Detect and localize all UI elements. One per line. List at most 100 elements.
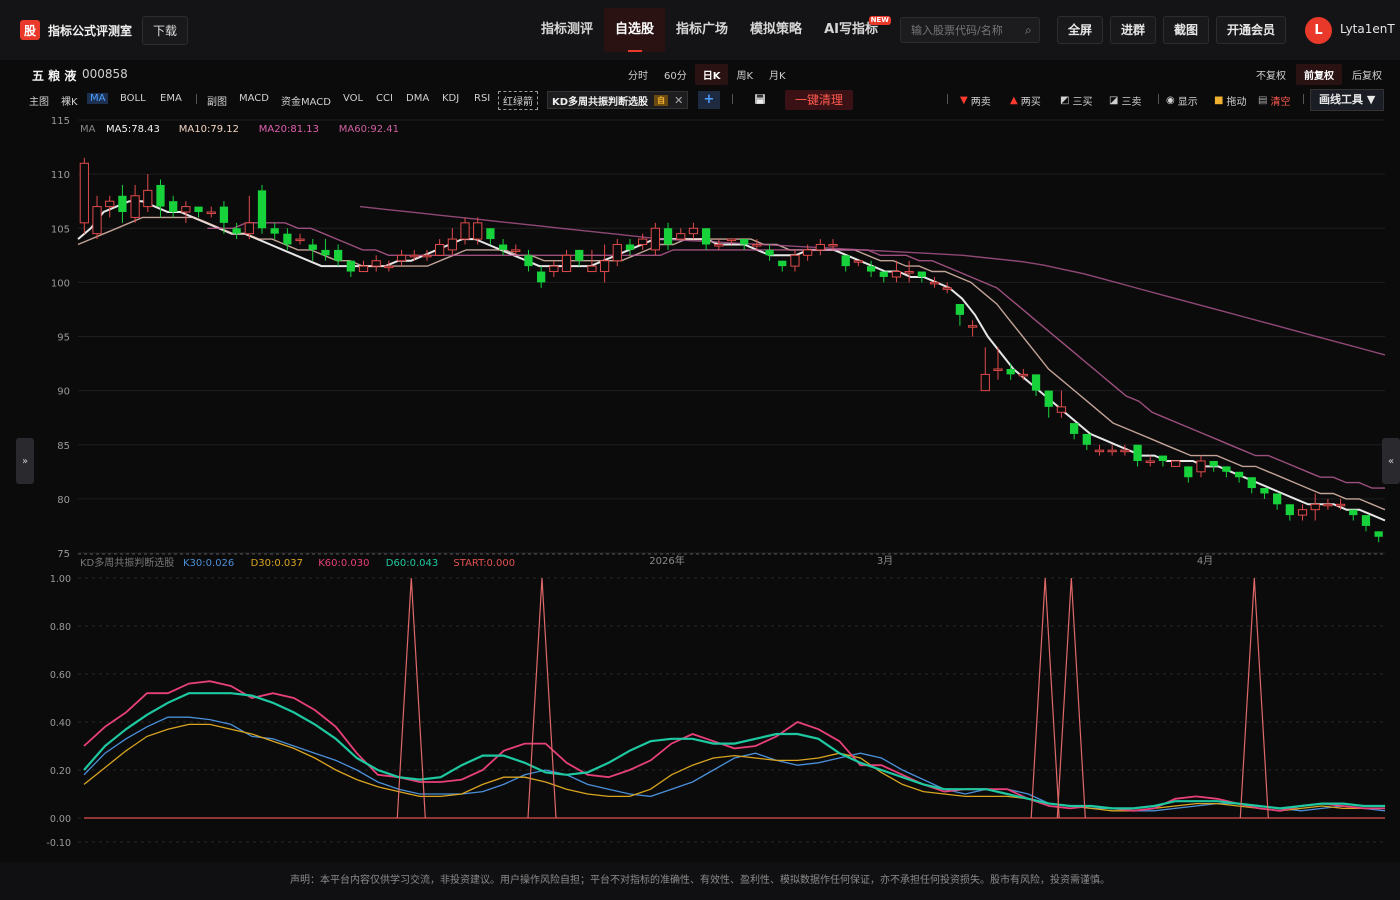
candle-body xyxy=(904,271,914,274)
price-tick-label: 115 xyxy=(51,116,70,127)
candle xyxy=(79,157,89,234)
candle-body xyxy=(358,265,369,273)
candle-body xyxy=(206,211,216,215)
candle-body xyxy=(955,304,965,315)
candle xyxy=(156,179,165,218)
candle xyxy=(612,239,622,267)
date-tick-label: 4月 xyxy=(1197,555,1213,567)
candle xyxy=(790,249,800,272)
candle xyxy=(460,217,470,245)
candle-body xyxy=(575,249,584,261)
candle-body xyxy=(384,265,394,269)
candle-body xyxy=(1031,374,1041,391)
candle xyxy=(334,244,343,267)
candle xyxy=(384,260,394,272)
candle-body xyxy=(853,260,864,263)
candle-body xyxy=(701,228,711,245)
ma-line-ma10 xyxy=(77,216,1386,511)
candle-body xyxy=(1006,368,1015,375)
ma-legend-item: MA5:78.43 xyxy=(106,124,160,135)
candle-body xyxy=(1184,466,1193,478)
candle-body xyxy=(1056,406,1067,413)
candle xyxy=(1361,515,1371,532)
ma-legend-item: MA10:79.12 xyxy=(179,124,239,135)
candle-body xyxy=(435,243,445,256)
candle-body xyxy=(650,227,660,251)
candle-body xyxy=(803,249,813,256)
candle-body xyxy=(891,271,902,278)
candle-body xyxy=(866,266,876,272)
candle-body xyxy=(194,206,203,213)
candle-body xyxy=(498,244,508,250)
candle xyxy=(1044,390,1053,418)
candle-body xyxy=(625,244,635,250)
candle xyxy=(663,222,673,250)
candle xyxy=(1082,433,1091,451)
candle xyxy=(561,249,572,273)
kd-line-d60 xyxy=(83,692,1385,810)
expand-left-icon[interactable]: » xyxy=(16,438,34,484)
candle xyxy=(1209,460,1218,472)
candle xyxy=(1107,444,1117,456)
candle xyxy=(815,239,825,256)
candle xyxy=(194,206,203,218)
candle-body xyxy=(1044,390,1053,407)
candle xyxy=(1184,466,1193,483)
candle xyxy=(358,260,369,273)
candle-body xyxy=(561,254,572,273)
candle-body xyxy=(676,233,686,240)
candle xyxy=(130,184,140,223)
candle xyxy=(346,260,355,277)
candle xyxy=(599,244,610,283)
candle xyxy=(1323,498,1333,510)
start-signal-spike xyxy=(527,577,557,819)
candle xyxy=(1297,504,1308,521)
kline-chart[interactable]: 115 110 105 100 95 90 85 80 75 MA MA5:78.43 MA10:7… xyxy=(0,0,1400,860)
candle-body xyxy=(1107,449,1117,453)
ma-line-ma60 xyxy=(359,205,1386,356)
price-tick-label: 90 xyxy=(57,387,70,398)
price-axis: 115 110 105 100 95 90 85 80 75 xyxy=(51,116,70,560)
candle xyxy=(980,347,990,392)
candle xyxy=(270,222,279,240)
candle-body xyxy=(967,325,978,328)
kd-legend-title: KD多周共振判断选股 xyxy=(80,556,174,569)
candle-body xyxy=(1018,373,1028,377)
candle xyxy=(1006,363,1015,380)
candle-body xyxy=(1094,449,1105,453)
collapse-right-icon[interactable]: « xyxy=(1382,438,1400,484)
candle-body xyxy=(638,238,648,245)
candle-body xyxy=(726,238,737,242)
candle-body xyxy=(1361,515,1371,526)
price-tick-label: 95 xyxy=(57,333,70,344)
candle xyxy=(650,222,660,256)
candle-body xyxy=(1133,444,1142,461)
candle xyxy=(904,260,914,283)
sub-grid xyxy=(78,577,1385,843)
candle-body xyxy=(257,190,267,229)
candle-body xyxy=(1082,433,1091,445)
date-tick-label: 2026年 xyxy=(649,554,684,567)
candle xyxy=(1056,390,1067,418)
candle-body xyxy=(181,206,191,213)
candle-body xyxy=(270,228,279,234)
price-tick-label: 85 xyxy=(57,441,70,452)
candle-body xyxy=(524,255,533,267)
candle-body xyxy=(688,227,699,235)
candle-body xyxy=(396,254,407,262)
candle-body xyxy=(1209,460,1218,467)
candle-body xyxy=(334,249,343,261)
candle-body xyxy=(740,239,749,245)
candle-body xyxy=(79,162,89,224)
candle xyxy=(929,276,940,288)
candle xyxy=(866,260,876,277)
candle-body xyxy=(169,201,178,213)
candle xyxy=(422,249,432,261)
candle xyxy=(295,233,305,245)
date-axis: 2026年 3月 4月 xyxy=(649,554,1213,567)
disclaimer: 声明：本平台内容仅供学习交流，非投资建议。用户操作风险自担；平台不对指标的准确性… xyxy=(0,862,1400,900)
candle xyxy=(257,184,267,234)
candle xyxy=(778,260,787,272)
candle xyxy=(486,228,495,245)
price-tick-label: 100 xyxy=(51,278,70,289)
